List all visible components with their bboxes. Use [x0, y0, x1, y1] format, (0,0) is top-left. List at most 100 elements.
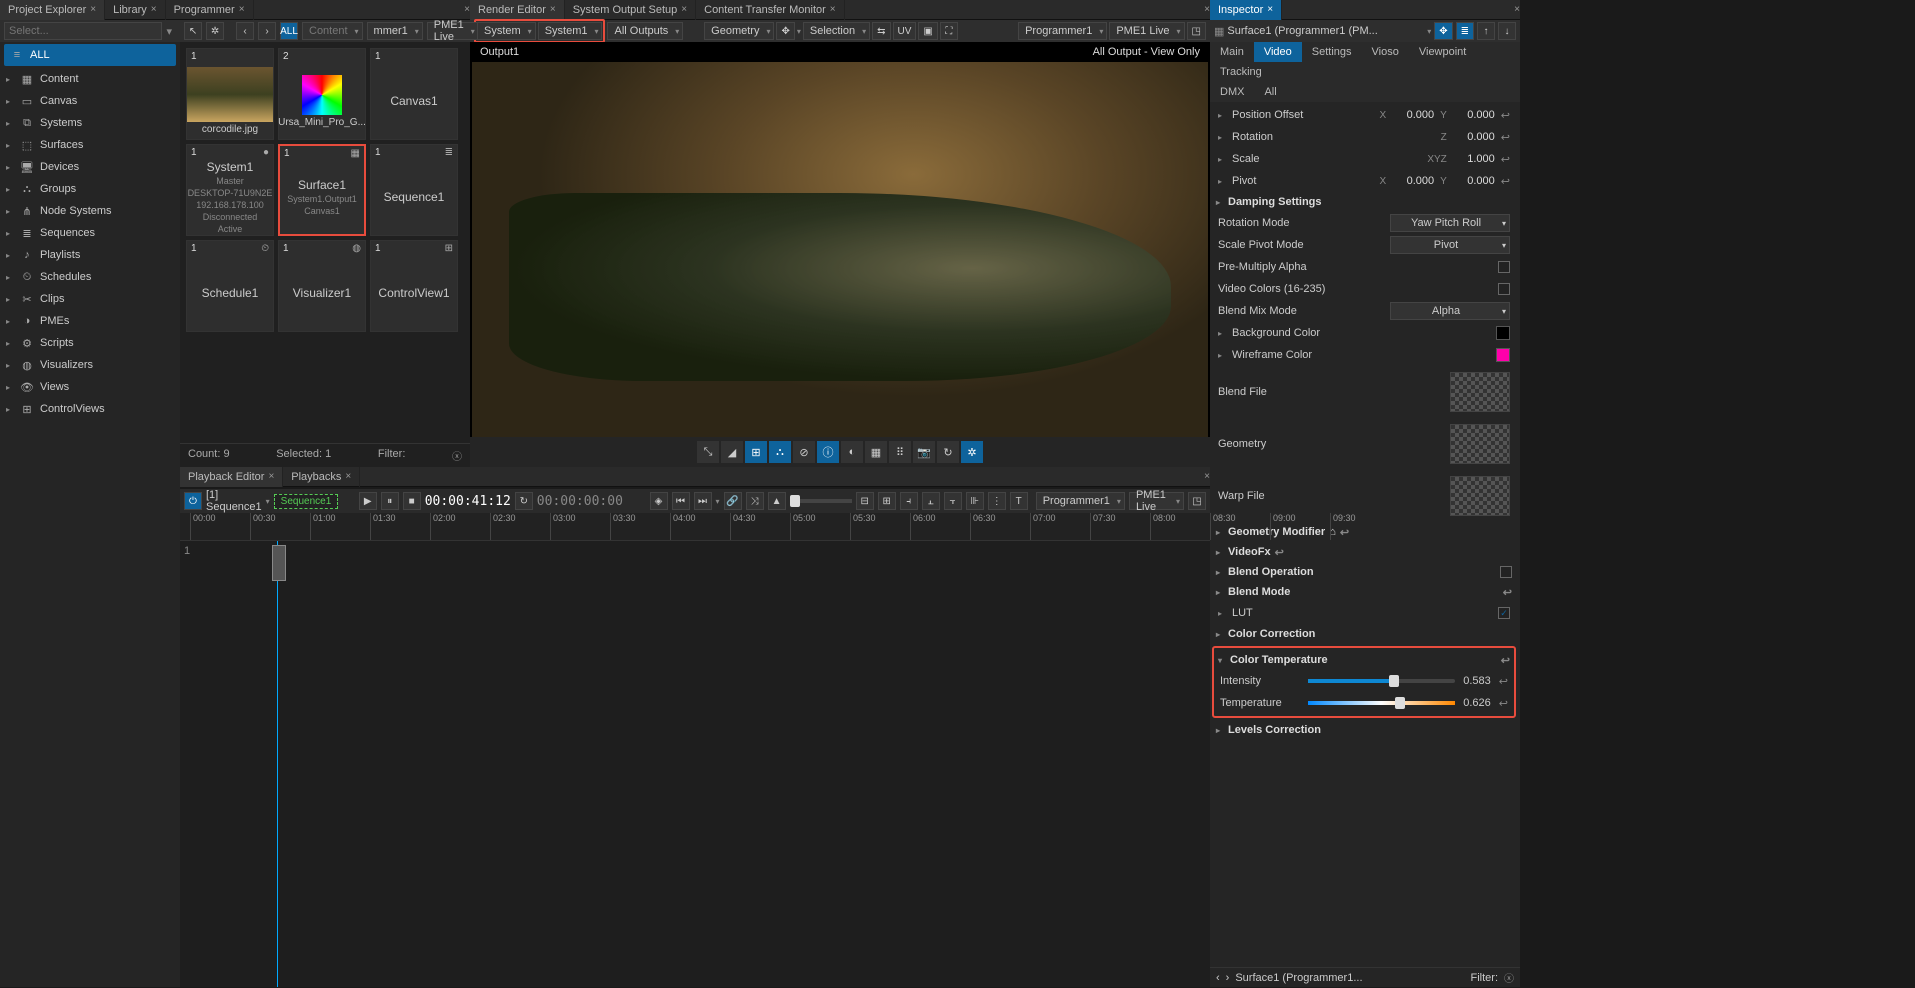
mmer-dropdown[interactable]: mmer1 — [367, 22, 423, 40]
tab-programmer[interactable]: Programmer× — [166, 0, 254, 20]
reset-icon[interactable]: ↩ — [1501, 131, 1510, 144]
reset-icon[interactable]: ↩ — [1503, 586, 1512, 599]
popout-icon[interactable]: ◳ — [1188, 492, 1206, 510]
clear-filter-icon[interactable]: ⓧ — [452, 448, 462, 463]
section-color-temperature[interactable]: ▾Color Temperature↩ — [1214, 650, 1514, 670]
section-damping[interactable]: ▸Damping Settings — [1212, 192, 1516, 212]
system-dropdown[interactable]: System — [477, 22, 536, 40]
timeline-ruler[interactable]: 00:0000:3001:0001:3002:0002:3003:0003:30… — [180, 513, 1210, 541]
vp-loop-icon[interactable]: ↻ — [937, 441, 959, 463]
bg-color-swatch[interactable] — [1496, 326, 1510, 340]
up-icon[interactable]: ↑ — [1477, 22, 1495, 40]
wf-color-swatch[interactable] — [1496, 348, 1510, 362]
tab-playbacks[interactable]: Playbacks× — [283, 467, 360, 487]
close-icon[interactable]: × — [345, 471, 351, 482]
pme-dropdown[interactable]: PME1 Live — [427, 22, 479, 40]
tab-system-output[interactable]: System Output Setup× — [565, 0, 696, 20]
gear-icon[interactable]: ✲ — [206, 22, 224, 40]
section-blend-op[interactable]: ▸Blend Operation — [1212, 562, 1516, 582]
pause-icon[interactable]: ⏸ — [381, 492, 399, 510]
content-dropdown[interactable]: Content — [302, 22, 363, 40]
viewport-canvas[interactable] — [472, 62, 1208, 437]
down-icon[interactable]: ↓ — [1498, 22, 1516, 40]
lut-checkbox[interactable] — [1498, 607, 1510, 619]
stop-icon[interactable]: ■ — [403, 492, 421, 510]
vp-dots-icon[interactable]: ⠿ — [889, 441, 911, 463]
text-icon[interactable]: T — [1010, 492, 1028, 510]
tree-views[interactable]: ▸👁Views — [0, 376, 180, 398]
premultiply-checkbox[interactable] — [1498, 261, 1510, 273]
tree-visualizers[interactable]: ▸◍Visualizers — [0, 354, 180, 376]
align-c-icon[interactable]: ⫠ — [922, 492, 940, 510]
warp-file-slot[interactable] — [1450, 476, 1510, 516]
tool-a-icon[interactable]: ⊟ — [856, 492, 874, 510]
cursor-icon[interactable]: ↖ — [184, 22, 202, 40]
library-item-surface1[interactable]: 1▦Surface1System1.Output1Canvas1 — [278, 144, 366, 236]
tree-scripts[interactable]: ▸⚙Scripts — [0, 332, 180, 354]
tree-canvas[interactable]: ▸▭Canvas — [0, 90, 180, 112]
intensity-slider[interactable] — [1308, 679, 1455, 683]
insp-tab-main[interactable]: Main — [1210, 42, 1254, 62]
section-geom-modifier[interactable]: ▸Geometry Modifier ⌂ ↩ — [1212, 522, 1516, 542]
video-colors-checkbox[interactable] — [1498, 283, 1510, 295]
close-icon[interactable]: × — [239, 4, 245, 15]
shuffle-icon[interactable]: ⤨ — [746, 492, 764, 510]
reset-icon[interactable]: ↩ — [1499, 675, 1508, 688]
sync-icon[interactable]: ⇆ — [872, 22, 890, 40]
vp-matrix-icon[interactable]: ▦ — [865, 441, 887, 463]
geometry-dropdown[interactable]: Geometry — [704, 22, 774, 40]
insp-tab-tracking[interactable]: Tracking — [1210, 62, 1272, 82]
prev-mark-icon[interactable]: ⏮ — [672, 492, 690, 510]
reset-icon[interactable]: ↩ — [1275, 546, 1284, 559]
insp-tab-settings[interactable]: Settings — [1302, 42, 1362, 62]
insp-tab-all[interactable]: All — [1254, 82, 1286, 102]
reset-icon[interactable]: ↩ — [1501, 109, 1510, 122]
section-videofx[interactable]: ▸VideoFx ↩ — [1212, 542, 1516, 562]
insp-tab-video[interactable]: Video — [1254, 42, 1302, 62]
tree-pmes[interactable]: ▸◑PMEs — [0, 310, 180, 332]
insp-tab-vioso[interactable]: Vioso — [1362, 42, 1409, 62]
tab-render-editor[interactable]: Render Editor× — [470, 0, 565, 20]
reset-icon[interactable]: ↩ — [1501, 175, 1510, 188]
vp-cursor-icon[interactable]: ⤡ — [697, 441, 719, 463]
all-outputs-dropdown[interactable]: All Outputs — [607, 22, 683, 40]
popout-icon[interactable]: ◳ — [1187, 22, 1206, 40]
list-mode-icon[interactable]: ≣ — [1456, 22, 1474, 40]
library-item-ursa-mini-pro-g---[interactable]: 2Ursa_Mini_Pro_G... — [278, 48, 366, 140]
geometry-slot[interactable] — [1450, 424, 1510, 464]
tree-all[interactable]: ≡ALL — [4, 44, 176, 66]
split-icon[interactable]: ⋮ — [988, 492, 1006, 510]
vp-gear-icon[interactable]: ✲ — [961, 441, 983, 463]
move-mode-icon[interactable]: ✥ — [1434, 22, 1452, 40]
reset-icon[interactable]: ↩ — [1501, 153, 1510, 166]
close-icon[interactable]: × — [151, 4, 157, 15]
library-item-canvas1[interactable]: 1Canvas1 — [370, 48, 458, 140]
tool-b-icon[interactable]: ⊞ — [878, 492, 896, 510]
select-input[interactable] — [4, 22, 162, 40]
nav-prev-icon[interactable]: ‹ — [236, 22, 254, 40]
filter-all-button[interactable]: ALL — [280, 22, 298, 40]
library-item-controlview1[interactable]: 1⊞ControlView1 — [370, 240, 458, 332]
tab-library[interactable]: Library× — [105, 0, 165, 20]
nav-next-icon[interactable]: › — [258, 22, 276, 40]
programmer-dropdown[interactable]: Programmer1 — [1036, 492, 1125, 510]
blend-op-checkbox[interactable] — [1500, 566, 1512, 578]
tree-sequences[interactable]: ▸≣Sequences — [0, 222, 180, 244]
loop-icon[interactable]: ↻ — [515, 492, 533, 510]
marker-icon[interactable]: ◈ — [650, 492, 668, 510]
library-item-system1[interactable]: 1●System1MasterDESKTOP-71U9N2E192.168.17… — [186, 144, 274, 236]
close-icon[interactable]: × — [1514, 4, 1520, 15]
fit-icon[interactable]: ▣ — [918, 22, 937, 40]
close-icon[interactable]: × — [681, 4, 687, 15]
vp-snap-icon[interactable]: ⛬ — [769, 441, 791, 463]
insp-tab-viewpoint[interactable]: Viewpoint — [1409, 42, 1477, 62]
tree-content[interactable]: ▸▦Content — [0, 68, 180, 90]
reset-icon[interactable]: ↩ — [1499, 697, 1508, 710]
pme-dropdown[interactable]: PME1 Live — [1109, 22, 1184, 40]
vp-info-icon[interactable]: ⓘ — [817, 441, 839, 463]
clear-filter-icon[interactable]: ⓧ — [1504, 970, 1514, 985]
library-item-corcodile-jpg[interactable]: 1corcodile.jpg — [186, 48, 274, 140]
dist-icon[interactable]: ⊪ — [966, 492, 984, 510]
tab-project-explorer[interactable]: Project Explorer× — [0, 0, 105, 20]
tree-controlviews[interactable]: ▸⊞ControlViews — [0, 398, 180, 420]
